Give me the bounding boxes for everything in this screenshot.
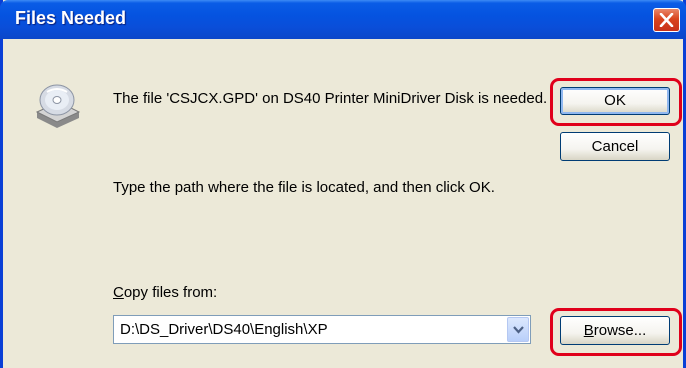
copy-files-label-text: opy files from: <box>123 284 218 301</box>
ok-highlight-box <box>550 78 682 126</box>
close-icon <box>659 13 674 27</box>
chevron-down-icon <box>513 326 524 334</box>
cd-drive-icon <box>35 84 81 128</box>
copy-files-accesskey: C <box>113 284 124 301</box>
file-needed-message: The file 'CSJCX.GPD' on DS40 Printer Min… <box>113 90 548 107</box>
browse-highlight-box <box>550 308 682 356</box>
copy-files-from-combobox[interactable]: D:\DS_Driver\DS40\English\XP <box>113 315 531 344</box>
cancel-button[interactable]: Cancel <box>560 132 670 161</box>
dropdown-button[interactable] <box>507 317 529 342</box>
instruction-text: Type the path where the file is located,… <box>113 179 495 196</box>
dialog-title: Files Needed <box>15 8 127 28</box>
copy-files-from-label: Copy files from: <box>113 284 217 301</box>
copy-files-from-value[interactable]: D:\DS_Driver\DS40\English\XP <box>120 321 328 338</box>
files-needed-dialog: Files Needed The file 'CSJCX.GPD' on DS4… <box>0 0 686 368</box>
close-button[interactable] <box>653 8 680 32</box>
title-bar[interactable]: Files Needed <box>0 0 686 39</box>
